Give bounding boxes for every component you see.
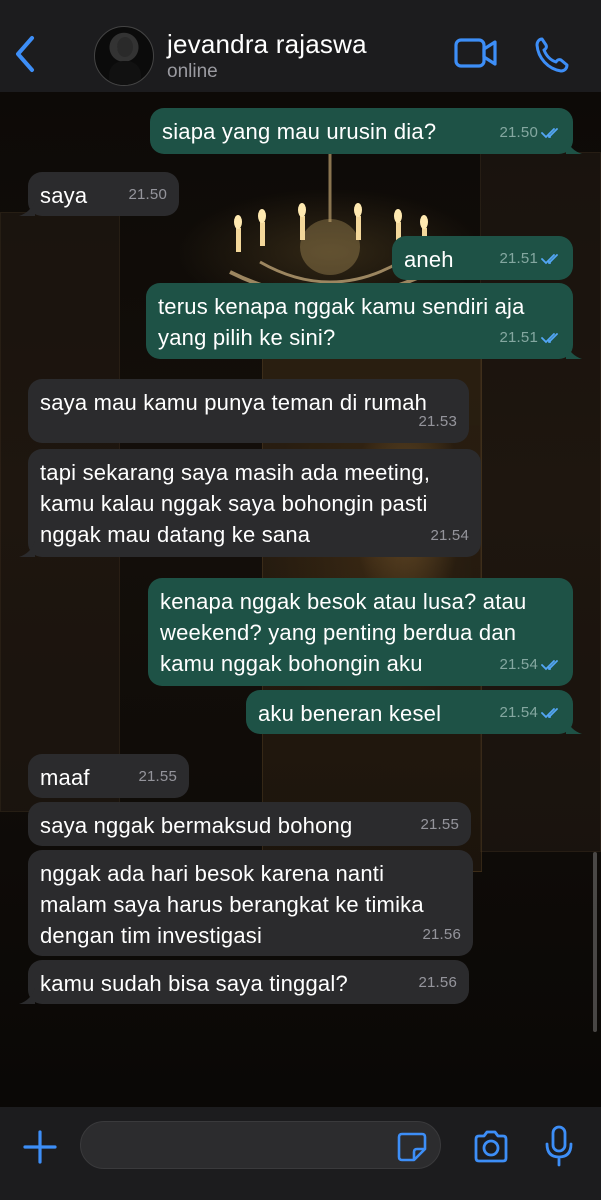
message-meta: 21.51 <box>499 243 561 274</box>
phone-icon <box>535 37 569 73</box>
message-meta: 21.51 <box>499 322 561 353</box>
message-meta: 21.55 <box>420 809 459 840</box>
message-bubble-incoming[interactable]: maaf 21.55 <box>28 754 189 798</box>
bubble-tail <box>19 988 35 1004</box>
message-text: nggak ada hari besok karena nanti malam … <box>40 861 424 948</box>
message-bubble-incoming[interactable]: saya 21.50 <box>19 172 179 216</box>
video-call-button[interactable] <box>454 36 498 70</box>
double-check-icon <box>541 253 558 264</box>
message-time: 21.56 <box>422 926 461 943</box>
chat-header: jevandra rajaswa online <box>0 0 601 92</box>
camera-button[interactable] <box>472 1129 510 1165</box>
avatar[interactable] <box>94 26 154 86</box>
video-camera-icon <box>454 38 497 68</box>
message-bubble-outgoing[interactable]: kenapa nggak besok atau lusa? atau weeke… <box>148 578 573 686</box>
message-time: 21.51 <box>499 250 538 267</box>
message-meta: 21.56 <box>418 967 457 998</box>
message-time: 21.53 <box>418 413 457 430</box>
message-time: 21.50 <box>499 124 538 141</box>
message-time: 21.55 <box>420 816 459 833</box>
camera-icon <box>474 1130 508 1163</box>
chevron-left-icon <box>16 36 34 72</box>
message-bubble-incoming[interactable]: saya nggak bermaksud bohong 21.55 <box>28 802 471 846</box>
message-bubble-incoming[interactable]: tapi sekarang saya masih ada meeting, ka… <box>19 449 481 557</box>
message-time: 21.50 <box>128 186 167 203</box>
sticker-button[interactable] <box>396 1131 428 1163</box>
message-bubble-outgoing[interactable]: aku beneran kesel 21.54 <box>246 690 582 734</box>
avatar-head-shape <box>117 37 133 57</box>
message-meta: 21.55 <box>138 761 177 792</box>
chat-scrollbar[interactable] <box>593 852 597 1032</box>
voice-message-button[interactable] <box>544 1125 574 1167</box>
message-bubble-outgoing[interactable]: terus kenapa nggak kamu sendiri aja yang… <box>146 283 582 359</box>
avatar-body-shape <box>109 61 141 85</box>
bubble-tail <box>19 200 35 216</box>
message-input[interactable] <box>80 1121 441 1169</box>
message-time: 21.56 <box>418 974 457 991</box>
plus-icon <box>23 1130 57 1164</box>
bubble-tail <box>566 138 582 154</box>
double-check-icon <box>541 707 558 718</box>
double-check-icon <box>541 127 558 138</box>
message-text: kamu sudah bisa saya tinggal? <box>40 971 348 996</box>
message-time: 21.54 <box>499 656 538 673</box>
voice-call-button[interactable] <box>534 36 570 74</box>
message-time: 21.51 <box>499 329 538 346</box>
microphone-icon <box>545 1125 573 1167</box>
message-bubble-outgoing[interactable]: siapa yang mau urusin dia? 21.50 <box>150 108 582 154</box>
message-meta: 21.50 <box>499 117 561 148</box>
message-meta: 21.53 <box>418 406 457 437</box>
message-meta: 21.56 <box>422 919 461 950</box>
message-bubble-incoming[interactable]: kamu sudah bisa saya tinggal? 21.56 <box>19 960 469 1004</box>
message-bubble-incoming[interactable]: nggak ada hari besok karena nanti malam … <box>28 850 473 956</box>
message-meta: 21.54 <box>430 520 469 551</box>
double-check-icon <box>541 659 558 670</box>
back-button[interactable] <box>10 34 42 74</box>
message-meta: 21.54 <box>499 697 561 728</box>
message-bubble-outgoing[interactable]: aneh 21.51 <box>392 236 573 280</box>
message-time: 21.54 <box>430 527 469 544</box>
message-text: tapi sekarang saya masih ada meeting, ka… <box>40 460 431 547</box>
contact-status: online <box>167 61 218 82</box>
message-meta: 21.50 <box>128 179 167 210</box>
message-bubble-incoming[interactable]: saya mau kamu punya teman di rumah 21.53 <box>28 379 469 443</box>
message-time: 21.55 <box>138 768 177 785</box>
bubble-tail <box>566 718 582 734</box>
chat-area[interactable]: siapa yang mau urusin dia? 21.50 saya 21… <box>0 92 601 1107</box>
message-text: saya nggak bermaksud bohong <box>40 813 353 838</box>
bubble-tail <box>566 343 582 359</box>
message-composer <box>0 1107 601 1200</box>
attach-button[interactable] <box>22 1129 58 1165</box>
sticker-icon <box>397 1132 427 1162</box>
bubble-tail <box>19 541 35 557</box>
double-check-icon <box>541 332 558 343</box>
message-time: 21.54 <box>499 704 538 721</box>
contact-name[interactable]: jevandra rajaswa <box>167 29 367 60</box>
message-text: saya mau kamu punya teman di rumah <box>40 390 428 415</box>
message-meta: 21.54 <box>499 649 561 680</box>
